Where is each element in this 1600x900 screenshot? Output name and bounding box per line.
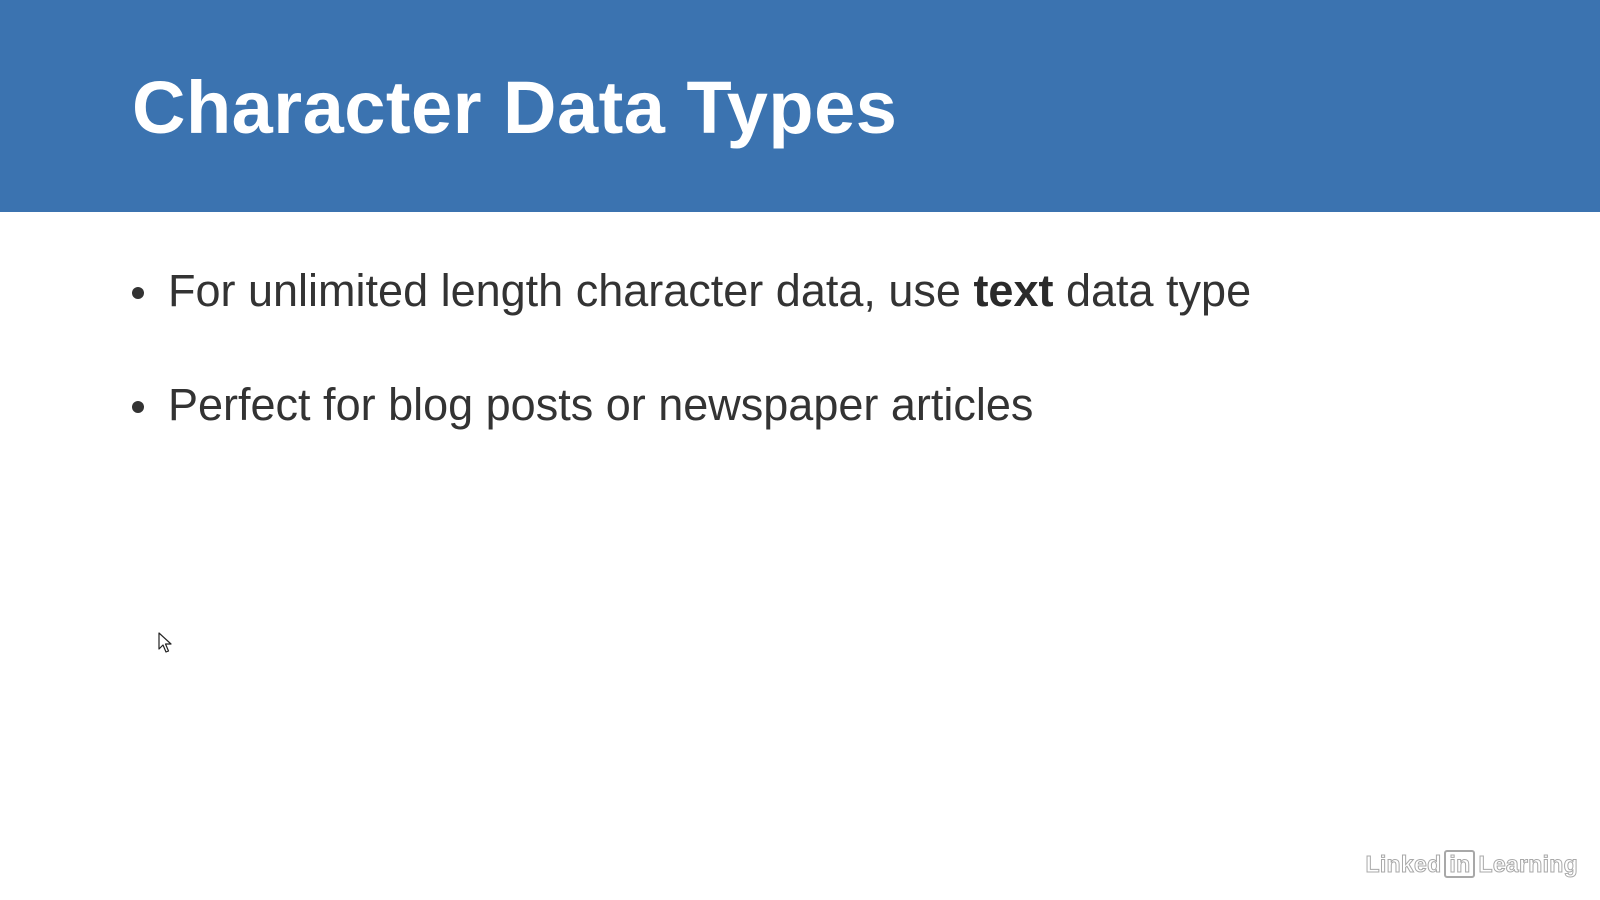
bullet-list: For unlimited length character data, use… bbox=[130, 258, 1251, 438]
slide: Character Data Types For unlimited lengt… bbox=[0, 0, 1600, 900]
bullet-point-icon bbox=[132, 287, 144, 299]
bullet-item: Perfect for blog posts or newspaper arti… bbox=[130, 372, 1251, 438]
bullet-text: For unlimited length character data, use bbox=[168, 265, 974, 316]
bullet-bold-term: text bbox=[973, 265, 1054, 316]
logo-text-learning: Learning bbox=[1478, 850, 1578, 877]
bullet-text-end: data type bbox=[1053, 265, 1252, 316]
bullet-point-icon bbox=[132, 401, 144, 413]
title-banner: Character Data Types bbox=[0, 0, 1600, 212]
mouse-pointer-icon bbox=[158, 632, 172, 653]
bullet-item: For unlimited length character data, use… bbox=[130, 258, 1251, 324]
logo-text-linked: Linked bbox=[1365, 850, 1442, 877]
logo-text-in: in bbox=[1444, 850, 1476, 878]
bullet-text: Perfect for blog posts or newspaper arti… bbox=[168, 379, 1034, 430]
linkedin-learning-logo: Linked in Learning bbox=[1365, 850, 1578, 878]
slide-title: Character Data Types bbox=[132, 66, 898, 149]
